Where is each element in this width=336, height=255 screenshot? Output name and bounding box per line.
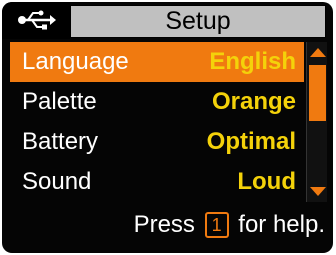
- menu-item-value: Loud: [237, 168, 296, 195]
- settings-menu: Language English Palette Orange Battery …: [10, 42, 304, 202]
- title-bar: Setup: [2, 2, 333, 39]
- menu-item-label: Battery: [22, 128, 99, 155]
- menu-item-value: English: [209, 48, 296, 75]
- menu-item-battery[interactable]: Battery Optimal: [10, 122, 304, 162]
- menu-item-language[interactable]: Language English: [10, 42, 304, 82]
- menu-item-value: Optimal: [206, 128, 296, 155]
- menu-item-sound[interactable]: Sound Loud: [10, 162, 304, 202]
- menu-item-palette[interactable]: Palette Orange: [10, 82, 304, 122]
- menu-item-value: Orange: [211, 88, 296, 115]
- scroll-down-arrow-icon[interactable]: [310, 187, 326, 196]
- help-prefix: Press: [133, 211, 195, 238]
- help-suffix: for help.: [238, 211, 325, 238]
- scroll-up-arrow-icon[interactable]: [310, 48, 326, 57]
- help-key-badge: 1: [204, 212, 229, 238]
- usb-status: [2, 2, 70, 39]
- menu-item-label: Palette: [22, 88, 97, 115]
- page-title: Setup: [70, 5, 326, 38]
- help-hint: Press 1 for help.: [134, 207, 325, 243]
- menu-item-label: Sound: [22, 168, 92, 195]
- usb-icon: [18, 10, 56, 30]
- device-screen: Setup Language English Palette Orange Ba…: [2, 2, 333, 253]
- menu-scrollbar[interactable]: [306, 42, 327, 202]
- menu-item-label: Language: [22, 48, 129, 75]
- scrollbar-thumb[interactable]: [309, 65, 326, 121]
